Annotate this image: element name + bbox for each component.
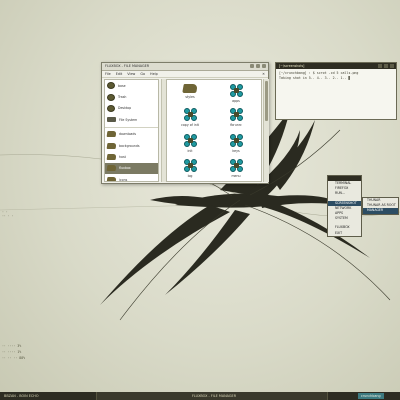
menu-edit[interactable]: Edit — [116, 71, 123, 77]
maximize-icon[interactable] — [256, 64, 260, 68]
taskbar: BBZAN - BOIN ECHO FLUXBOX - FILE MANAGER… — [0, 392, 400, 400]
file-icon — [229, 84, 243, 97]
sidebar-item-host[interactable]: host — [105, 151, 158, 162]
window-title: FLUXBOX - FILE MANAGER — [105, 64, 150, 68]
sidebar-item-backgrounds[interactable]: backgrounds — [105, 140, 158, 151]
file-item-apps[interactable]: apps — [219, 84, 253, 103]
file-icon — [229, 159, 243, 172]
terminal-window[interactable]: [~/screenshots] [~/crunchbang] : $ scrot… — [275, 62, 397, 120]
file-item-copy-of-init[interactable]: copy of init — [173, 108, 207, 127]
file-icon — [183, 108, 197, 121]
file-manager-window[interactable]: FLUXBOX - FILE MANAGER File Edit View Go… — [101, 62, 269, 184]
menu-view[interactable]: View — [127, 71, 135, 77]
conky-line: ·· ·· ·· 88% — [2, 356, 26, 360]
file-icon — [183, 159, 197, 172]
sidebar-item-desktop[interactable]: Desktop — [105, 103, 158, 114]
conky-small-text: · · ·· · · — [2, 210, 14, 218]
sidebar-item-downloads[interactable]: downloads — [105, 129, 158, 140]
terminal-line: Taking shot in 5.. 4.. 3.. 2.. 1.. ▋ — [279, 75, 351, 80]
taskbar-tray: crunchbang — [328, 392, 400, 400]
minimize-icon[interactable] — [250, 64, 254, 68]
file-item-fbrunrc[interactable]: fbrunrc — [219, 108, 253, 127]
close-tab-icon[interactable]: ✕ — [262, 71, 265, 77]
scrollbar-thumb[interactable] — [265, 81, 268, 121]
window-buttons — [378, 64, 394, 68]
file-item-init[interactable]: init — [173, 134, 207, 153]
drive-icon — [107, 117, 116, 123]
home-icon — [107, 82, 115, 90]
file-item-keys[interactable]: keys — [219, 134, 253, 153]
window-buttons — [250, 64, 266, 68]
menu-bar: File Edit View Go Help ✕ — [102, 71, 268, 78]
file-icon — [229, 108, 243, 121]
folder-icon — [106, 142, 117, 149]
close-icon[interactable] — [262, 64, 266, 68]
file-icon — [229, 134, 243, 147]
root-submenu: THUNAR THUNAR AS ROOT MANAGER — [362, 197, 399, 215]
conky-stats: ·· ···· 3% ·· ···· 1% ·· ·· ·· 88% — [2, 343, 25, 361]
file-item-menu[interactable]: menu — [219, 159, 253, 178]
menu-item-exit[interactable]: EXIT — [328, 231, 361, 236]
sidebar-item-fluxbox[interactable]: fluxbox — [105, 162, 158, 175]
sidebar-item-trash[interactable]: Trash — [105, 91, 158, 102]
terminal-output[interactable]: [~/crunchbang] : $ scrot -cd 5 calls.png… — [276, 69, 396, 82]
close-icon[interactable] — [390, 64, 394, 68]
taskbar-workspace[interactable]: BBZAN - BOIN ECHO — [0, 392, 96, 400]
menu-help[interactable]: Help — [150, 71, 158, 77]
trash-icon — [107, 93, 115, 101]
minimize-icon[interactable] — [378, 64, 382, 68]
menu-go[interactable]: Go — [140, 71, 145, 77]
file-grid-scrollbar[interactable] — [263, 79, 269, 182]
folder-icon — [182, 84, 198, 93]
folder-icon — [106, 165, 117, 172]
file-icon — [183, 134, 197, 147]
taskbar-active-window[interactable]: FLUXBOX - FILE MANAGER — [96, 392, 328, 400]
taskbar-badge[interactable]: crunchbang — [358, 393, 384, 399]
sidebar: base Trash Desktop File System downloads… — [104, 79, 159, 182]
terminal-titlebar[interactable]: [~/screenshots] — [276, 63, 396, 69]
root-menu: TERMINAL FIREFOX RUN... SCREENSHOT NETWO… — [327, 175, 362, 237]
file-manager-titlebar[interactable]: FLUXBOX - FILE MANAGER — [102, 63, 268, 71]
sidebar-item-icons[interactable]: icons — [105, 174, 158, 181]
terminal-title: [~/screenshots] — [279, 64, 305, 68]
file-item-log[interactable]: log — [173, 159, 207, 178]
file-grid: styles apps copy of init fbrunrc init ke… — [166, 79, 262, 182]
maximize-icon[interactable] — [384, 64, 388, 68]
sidebar-item-base[interactable]: base — [105, 80, 158, 91]
menu-file[interactable]: File — [105, 71, 111, 77]
folder-icon — [106, 131, 117, 138]
folder-icon — [106, 154, 117, 161]
submenu-item-manager[interactable]: MANAGER — [363, 208, 398, 214]
file-item-styles[interactable]: styles — [173, 84, 207, 99]
sidebar-item-file-system[interactable]: File System — [105, 114, 158, 125]
folder-icon — [106, 176, 117, 181]
desktop-icon — [107, 104, 115, 112]
sidebar-divider — [105, 126, 158, 128]
